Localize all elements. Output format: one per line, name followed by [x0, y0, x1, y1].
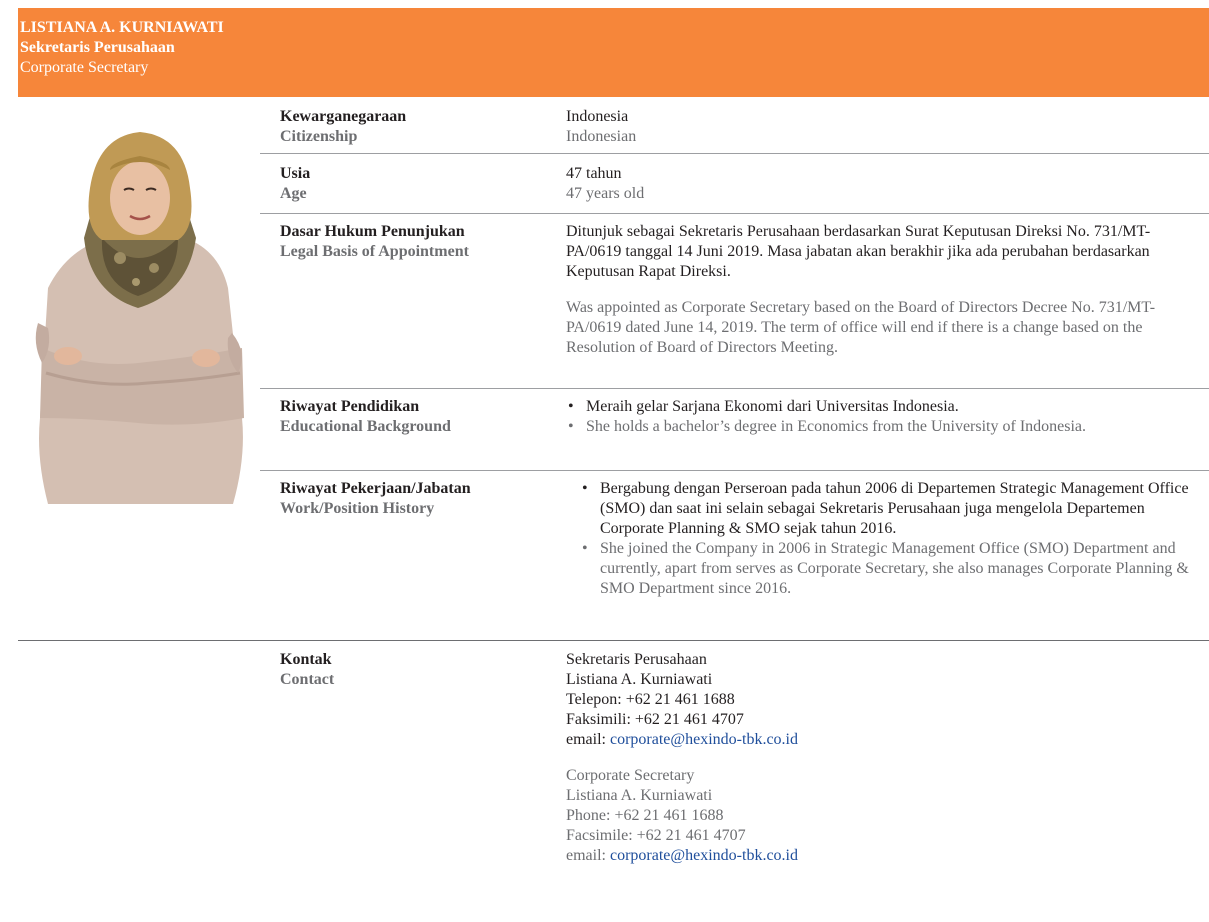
- label-en: Legal Basis of Appointment: [280, 243, 469, 260]
- label-id: Usia: [280, 165, 311, 182]
- work-history-list: Bergabung dengan Perseroan pada tahun 20…: [580, 479, 1209, 599]
- contact-block-en: Corporate Secretary Listiana A. Kurniawa…: [566, 766, 1196, 866]
- list-item: She joined the Company in 2006 in Strate…: [580, 539, 1209, 599]
- contact-title: Sekretaris Perusahaan: [566, 651, 707, 668]
- contact-block-id: Sekretaris Perusahaan Listiana A. Kurnia…: [566, 650, 1196, 750]
- label-id: Riwayat Pekerjaan/Jabatan: [280, 480, 471, 497]
- label-en: Educational Background: [280, 418, 451, 435]
- person-name: LISTIANA A. KURNIAWATI: [20, 19, 224, 36]
- role-title-en: Corporate Secretary: [20, 59, 149, 76]
- row-education: Riwayat Pendidikan Educational Backgroun…: [260, 389, 1209, 471]
- contact-title: Corporate Secretary: [566, 767, 695, 784]
- value-en: 47 years old: [566, 185, 645, 202]
- age-label: Usia Age: [280, 164, 310, 204]
- value-id: 47 tahun: [566, 165, 622, 182]
- email-label: email:: [566, 731, 610, 748]
- contact-fax: Faksimili: +62 21 461 4707: [566, 711, 744, 728]
- work-history-value: Bergabung dengan Perseroan pada tahun 20…: [580, 479, 1209, 599]
- list-item: She holds a bachelor’s degree in Economi…: [566, 417, 1196, 437]
- contact-phone: Telepon: +62 21 461 1688: [566, 691, 735, 708]
- value-en: Was appointed as Corporate Secretary bas…: [566, 299, 1156, 356]
- citizenship-label: Kewarganegaraan Citizenship: [280, 107, 406, 147]
- row-legal-basis: Dasar Hukum Penunjukan Legal Basis of Ap…: [260, 214, 1209, 389]
- contact-email-line: email: corporate@hexindo-tbk.co.id: [566, 730, 1196, 750]
- education-label: Riwayat Pendidikan Educational Backgroun…: [280, 397, 451, 437]
- contact-fax: Facsimile: +62 21 461 4707: [566, 827, 746, 844]
- contact-label: Kontak Contact: [280, 650, 334, 690]
- contact-value: Sekretaris Perusahaan Listiana A. Kurnia…: [566, 650, 1196, 866]
- citizenship-value: Indonesia Indonesian: [566, 107, 1196, 147]
- profile-header: LISTIANA A. KURNIAWATI Sekretaris Perusa…: [18, 8, 1209, 97]
- email-link[interactable]: corporate@hexindo-tbk.co.id: [610, 847, 798, 864]
- contact-email-line: email: corporate@hexindo-tbk.co.id: [566, 846, 1196, 866]
- list-item: Meraih gelar Sarjana Ekonomi dari Univer…: [566, 397, 1196, 417]
- label-en: Contact: [280, 671, 335, 688]
- label-id: Dasar Hukum Penunjukan: [280, 223, 465, 240]
- value-id: Indonesia: [566, 108, 629, 125]
- education-list: Meraih gelar Sarjana Ekonomi dari Univer…: [566, 397, 1196, 437]
- portrait-photo: [35, 132, 244, 504]
- age-value: 47 tahun 47 years old: [566, 164, 1196, 204]
- row-citizenship: Kewarganegaraan Citizenship Indonesia In…: [260, 97, 1209, 154]
- email-link[interactable]: corporate@hexindo-tbk.co.id: [610, 731, 798, 748]
- value-id: Ditunjuk sebagai Sekretaris Perusahaan b…: [566, 223, 1151, 280]
- label-id: Kontak: [280, 651, 332, 668]
- row-work-history: Riwayat Pekerjaan/Jabatan Work/Position …: [18, 471, 1209, 641]
- label-en: Work/Position History: [280, 500, 435, 517]
- education-value: Meraih gelar Sarjana Ekonomi dari Univer…: [566, 397, 1196, 437]
- legal-basis-label: Dasar Hukum Penunjukan Legal Basis of Ap…: [280, 222, 469, 262]
- list-item: Bergabung dengan Perseroan pada tahun 20…: [580, 479, 1209, 539]
- role-title-id: Sekretaris Perusahaan: [20, 39, 175, 56]
- row-age: Usia Age 47 tahun 47 years old: [260, 154, 1209, 214]
- label-id: Kewarganegaraan: [280, 108, 407, 125]
- label-en: Age: [280, 185, 307, 202]
- email-label: email:: [566, 847, 610, 864]
- work-history-label: Riwayat Pekerjaan/Jabatan Work/Position …: [280, 479, 471, 519]
- label-id: Riwayat Pendidikan: [280, 398, 420, 415]
- value-en: Indonesian: [566, 128, 637, 145]
- contact-name: Listiana A. Kurniawati: [566, 671, 713, 688]
- row-contact: Kontak Contact Sekretaris Perusahaan Lis…: [260, 642, 1209, 922]
- contact-name: Listiana A. Kurniawati: [566, 787, 713, 804]
- legal-basis-value: Ditunjuk sebagai Sekretaris Perusahaan b…: [566, 222, 1196, 358]
- contact-phone: Phone: +62 21 461 1688: [566, 807, 724, 824]
- label-en: Citizenship: [280, 128, 358, 145]
